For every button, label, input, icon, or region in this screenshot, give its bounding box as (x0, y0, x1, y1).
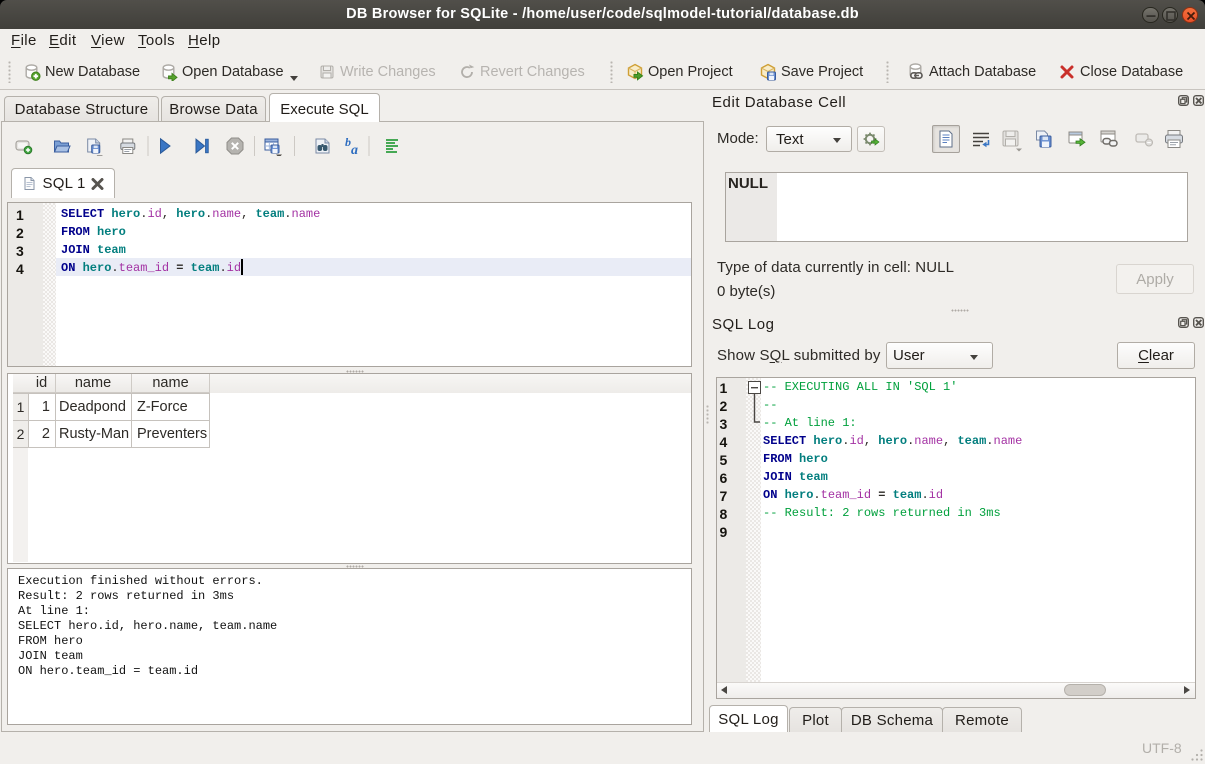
svg-text:a: a (351, 143, 358, 156)
